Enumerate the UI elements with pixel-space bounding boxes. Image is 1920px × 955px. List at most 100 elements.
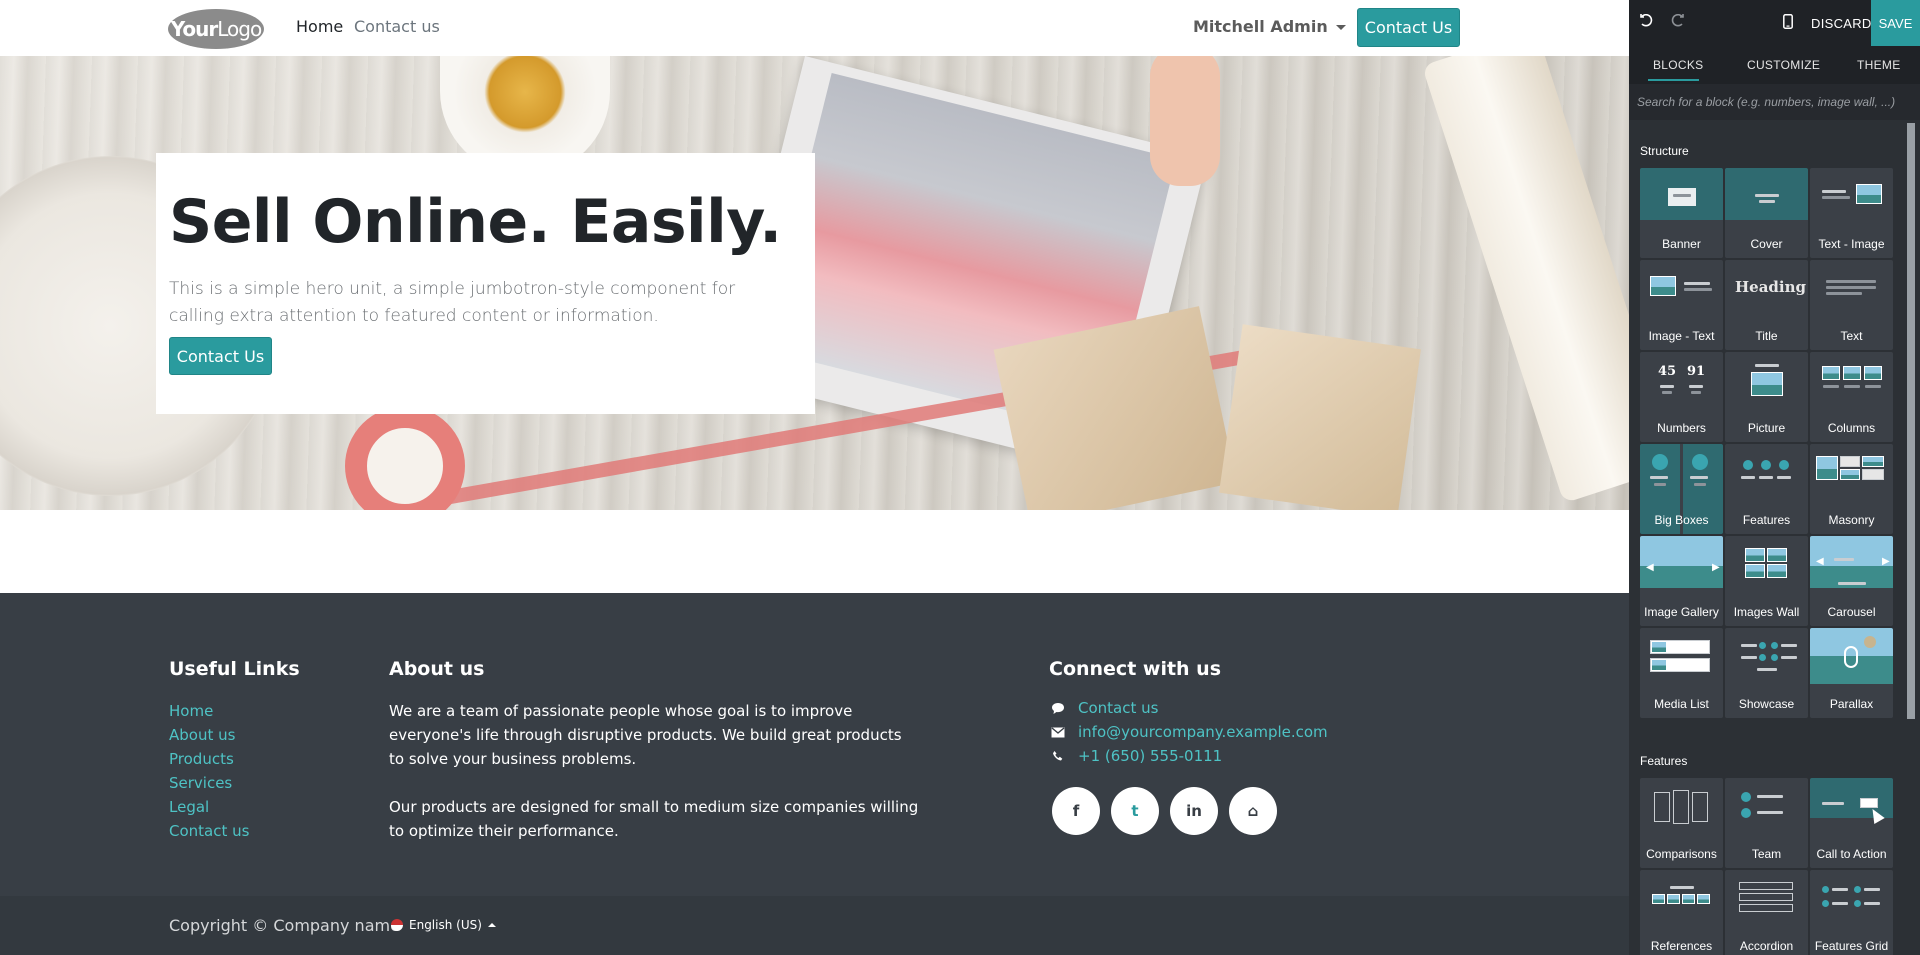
block-cover[interactable]: Cover bbox=[1725, 168, 1808, 258]
block-image-text[interactable]: Image - Text bbox=[1640, 260, 1723, 350]
thumb-line bbox=[1757, 811, 1783, 814]
thumb-line bbox=[1662, 391, 1672, 394]
media-list-thumbnail bbox=[1650, 640, 1713, 685]
images-wall-thumbnail bbox=[1735, 548, 1798, 593]
phone-link[interactable]: +1 (650) 555-0111 bbox=[1049, 747, 1222, 765]
save-button[interactable]: SAVE bbox=[1871, 0, 1920, 46]
home-icon[interactable]: ⌂ bbox=[1229, 787, 1277, 835]
block-banner[interactable]: Banner bbox=[1640, 168, 1723, 258]
user-menu[interactable]: Mitchell Admin bbox=[1193, 17, 1346, 36]
undo-icon[interactable] bbox=[1640, 13, 1654, 33]
block-media-list[interactable]: Media List bbox=[1640, 628, 1723, 718]
thumb-line bbox=[1864, 888, 1880, 891]
thumb-line bbox=[1826, 280, 1876, 283]
block-search-input[interactable] bbox=[1637, 92, 1907, 112]
block-title[interactable]: Heading Title bbox=[1725, 260, 1808, 350]
block-numbers[interactable]: 45 91 Numbers bbox=[1640, 352, 1723, 442]
block-picture[interactable]: Picture bbox=[1725, 352, 1808, 442]
block-big-boxes[interactable]: Big Boxes bbox=[1640, 444, 1723, 534]
block-text-image[interactable]: Text - Image bbox=[1810, 168, 1893, 258]
thumb-line bbox=[1823, 385, 1839, 388]
twitter-icon[interactable]: t bbox=[1111, 787, 1159, 835]
block-team[interactable]: Team bbox=[1725, 778, 1808, 868]
block-features[interactable]: Features bbox=[1725, 444, 1808, 534]
site-logo[interactable]: Your Logo bbox=[168, 9, 264, 49]
thumb-line bbox=[1755, 364, 1779, 367]
about-heading: About us bbox=[389, 658, 485, 680]
facebook-icon[interactable]: f bbox=[1052, 787, 1100, 835]
footer-link-about[interactable]: About us bbox=[169, 723, 249, 747]
phone-icon bbox=[1049, 748, 1067, 764]
block-showcase[interactable]: Showcase bbox=[1725, 628, 1808, 718]
thumb-circle bbox=[1854, 900, 1861, 907]
editor-tabs: BLOCKS CUSTOMIZE THEME bbox=[1629, 46, 1920, 84]
thumb-image bbox=[1667, 894, 1680, 904]
footer-link-services[interactable]: Services bbox=[169, 771, 249, 795]
site-footer: Useful Links Home About us Products Serv… bbox=[0, 593, 1629, 896]
thumb-image bbox=[1751, 372, 1783, 396]
block-features-grid[interactable]: Features Grid bbox=[1810, 870, 1893, 955]
block-images-wall[interactable]: Images Wall bbox=[1725, 536, 1808, 626]
thumb-line bbox=[1694, 483, 1706, 486]
thumb-box bbox=[1862, 469, 1884, 480]
nav-contact-us[interactable]: Contact us bbox=[354, 17, 440, 36]
block-masonry[interactable]: Masonry bbox=[1810, 444, 1893, 534]
block-label: Comparisons bbox=[1646, 847, 1717, 861]
block-comparisons[interactable]: Comparisons bbox=[1640, 778, 1723, 868]
site-header: Your Logo Home Contact us Mitchell Admin … bbox=[0, 0, 1629, 56]
block-label: Title bbox=[1755, 329, 1778, 343]
mouse-icon bbox=[1844, 646, 1858, 668]
thumb-image bbox=[1843, 366, 1861, 380]
block-search bbox=[1629, 84, 1920, 120]
picture-thumbnail bbox=[1735, 364, 1798, 409]
gift-box-image bbox=[1219, 324, 1421, 510]
thumb-image bbox=[1650, 276, 1676, 296]
thumb-line bbox=[1759, 476, 1773, 479]
hero-contact-button[interactable]: Contact Us bbox=[169, 337, 272, 375]
blocks-scrollbar[interactable] bbox=[1907, 123, 1915, 719]
block-parallax[interactable]: Parallax bbox=[1810, 628, 1893, 718]
tab-theme[interactable]: THEME bbox=[1857, 58, 1901, 72]
discard-button[interactable]: DISCARD bbox=[1811, 16, 1872, 31]
block-image-gallery[interactable]: ◀ ▶ Image Gallery bbox=[1640, 536, 1723, 626]
editor-toolbar: DISCARD SAVE bbox=[1629, 0, 1920, 46]
redo-icon[interactable] bbox=[1670, 13, 1684, 33]
contact-us-link[interactable]: Contact us bbox=[1049, 699, 1158, 717]
thumb-circle bbox=[1822, 900, 1829, 907]
block-references[interactable]: References bbox=[1640, 870, 1723, 955]
header-contact-button[interactable]: Contact Us bbox=[1357, 8, 1460, 47]
footer-link-home[interactable]: Home bbox=[169, 699, 249, 723]
email-link[interactable]: info@yourcompany.example.com bbox=[1049, 723, 1328, 741]
nav-home[interactable]: Home bbox=[296, 17, 343, 36]
number-thumb-text: 91 bbox=[1686, 364, 1706, 379]
block-text[interactable]: Text bbox=[1810, 260, 1893, 350]
block-accordion[interactable]: Accordion bbox=[1725, 870, 1808, 955]
block-columns[interactable]: Columns bbox=[1810, 352, 1893, 442]
thumb-image bbox=[1856, 184, 1882, 204]
thumb-box bbox=[1692, 792, 1708, 822]
thumb-image bbox=[1697, 894, 1710, 904]
envelope-icon bbox=[1049, 724, 1067, 740]
footer-link-products[interactable]: Products bbox=[169, 747, 249, 771]
us-flag-icon bbox=[391, 919, 403, 931]
paper-roll-image bbox=[1421, 56, 1629, 504]
footer-link-contact[interactable]: Contact us bbox=[169, 819, 249, 843]
tab-customize[interactable]: CUSTOMIZE bbox=[1747, 58, 1820, 72]
language-selector[interactable]: English (US) bbox=[391, 918, 496, 932]
tab-blocks[interactable]: BLOCKS bbox=[1653, 58, 1704, 72]
block-label: Numbers bbox=[1657, 421, 1706, 435]
linkedin-icon[interactable]: in bbox=[1170, 787, 1218, 835]
structure-section-title: Structure bbox=[1640, 144, 1689, 158]
cover-line bbox=[1755, 194, 1779, 197]
thumb-line bbox=[1822, 802, 1844, 805]
block-label: Masonry bbox=[1828, 513, 1875, 527]
text-image-thumbnail bbox=[1820, 180, 1883, 225]
hero-section[interactable]: Sell Online. Easily. This is a simple he… bbox=[0, 56, 1629, 510]
block-carousel[interactable]: ◀ ▶ Carousel bbox=[1810, 536, 1893, 626]
carousel-indicators bbox=[1838, 582, 1866, 585]
footer-link-legal[interactable]: Legal bbox=[169, 795, 249, 819]
mobile-preview-icon[interactable] bbox=[1783, 14, 1793, 33]
block-call-to-action[interactable]: Call to Action bbox=[1810, 778, 1893, 868]
block-label: Image Gallery bbox=[1644, 605, 1719, 619]
ribbon-roll-image bbox=[345, 406, 465, 510]
